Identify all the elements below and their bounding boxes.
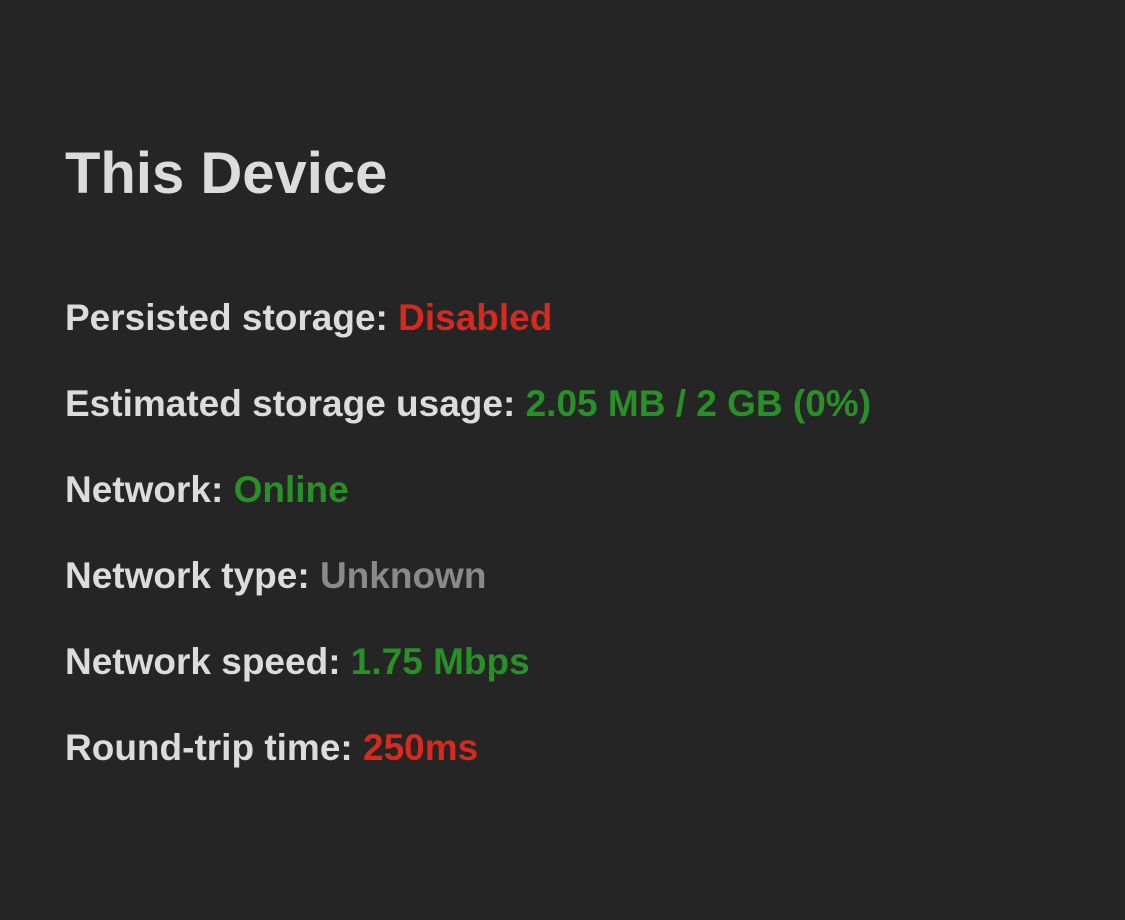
- persisted-storage-label: Persisted storage:: [65, 297, 398, 338]
- estimated-storage-label: Estimated storage usage:: [65, 383, 526, 424]
- network-speed-value: 1.75 Mbps: [351, 641, 530, 682]
- page-title: This Device: [65, 140, 1065, 207]
- network-value: Online: [234, 469, 349, 510]
- persisted-storage-row: Persisted storage: Disabled: [65, 297, 1065, 339]
- estimated-storage-row: Estimated storage usage: 2.05 MB / 2 GB …: [65, 383, 1065, 425]
- network-row: Network: Online: [65, 469, 1065, 511]
- network-label: Network:: [65, 469, 234, 510]
- rtt-label: Round-trip time:: [65, 727, 363, 768]
- network-speed-row: Network speed: 1.75 Mbps: [65, 641, 1065, 683]
- network-type-row: Network type: Unknown: [65, 555, 1065, 597]
- rtt-value: 250ms: [363, 727, 478, 768]
- network-type-label: Network type:: [65, 555, 320, 596]
- estimated-storage-value: 2.05 MB / 2 GB (0%): [526, 383, 871, 424]
- persisted-storage-value: Disabled: [398, 297, 552, 338]
- rtt-row: Round-trip time: 250ms: [65, 727, 1065, 769]
- network-type-value: Unknown: [320, 555, 486, 596]
- network-speed-label: Network speed:: [65, 641, 351, 682]
